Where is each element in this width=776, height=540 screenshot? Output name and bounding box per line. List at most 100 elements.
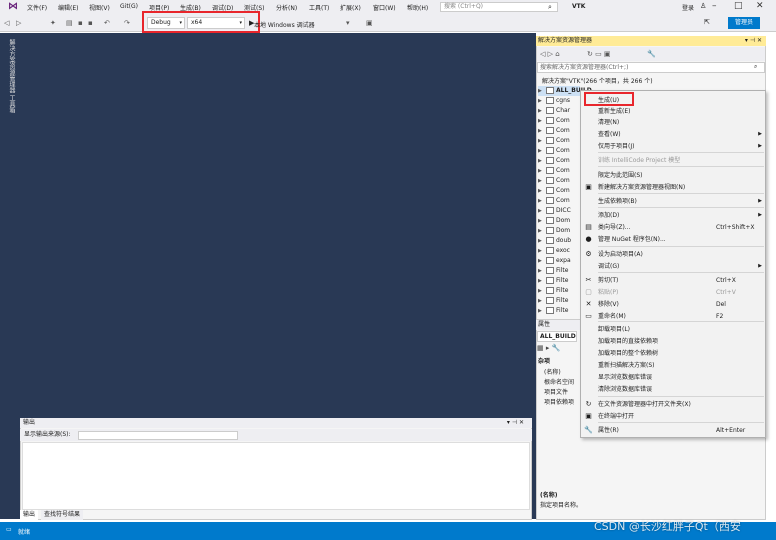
context-menu-item[interactable]: ↻ 在文件资源管理器中打开文件夹(X) [580, 399, 766, 410]
tree-item-project[interactable]: ▶ exoc [538, 246, 570, 256]
search-icon[interactable]: ⌕ [754, 63, 757, 71]
context-menu-item[interactable]: ✂ 剪切(T) Ctrl+X [580, 275, 766, 286]
share-icon[interactable]: ⇱ [704, 18, 710, 26]
menu-edit[interactable]: 编辑(E) [58, 3, 78, 12]
expand-arrow-icon[interactable]: ▶ [538, 156, 546, 166]
context-menu-item[interactable]: 重新生成(E) [580, 106, 766, 117]
expand-arrow-icon[interactable]: ▶ [538, 226, 546, 236]
output-source-select[interactable] [78, 431, 238, 440]
tree-item-project[interactable]: ▶ Filte [538, 286, 568, 296]
context-menu-item[interactable]: 显示浏览数据库错误 [580, 372, 766, 383]
tree-item-project[interactable]: ▶ Dom [538, 226, 570, 236]
forward-icon[interactable]: ▷ [16, 19, 21, 27]
context-menu-item[interactable]: ▣ 在终端中打开 [580, 411, 766, 422]
tree-item-project[interactable]: ▶ Com [538, 176, 570, 186]
expand-arrow-icon[interactable]: ▶ [538, 256, 546, 266]
tree-item-project[interactable]: ▶ expa [538, 256, 571, 266]
save-icon[interactable]: ▪ [78, 19, 83, 27]
context-menu-item[interactable]: 卸载项目(L) [580, 324, 766, 335]
menu-analyze[interactable]: 分析(N) [276, 3, 297, 12]
undo-icon[interactable]: ↶ [104, 19, 110, 27]
context-menu-item[interactable]: 清除浏览数据库错误 [580, 384, 766, 395]
expand-arrow-icon[interactable]: ▶ [538, 116, 546, 126]
context-menu-item[interactable]: ✕ 移除(V) Del [580, 299, 766, 310]
context-menu-item[interactable]: ● 管理 NuGet 程序包(N)... [580, 234, 766, 245]
tree-item-project[interactable]: ▶ Filte [538, 266, 568, 276]
expand-arrow-icon[interactable]: ▶ [538, 126, 546, 136]
tree-item-project[interactable]: ▶ Com [538, 116, 570, 126]
solution-explorer-search[interactable]: 搜索解决方案资源管理器(Ctrl+;) [537, 62, 765, 73]
open-icon[interactable]: ▤ [66, 19, 73, 27]
context-menu-item[interactable]: ▢ 粘贴(P) Ctrl+V [580, 287, 766, 298]
properties-toolbar-icon[interactable]: ▦ ▸ 🔧 [537, 344, 560, 352]
sidebar-tab-toolbox[interactable]: 工具箱 [7, 95, 16, 113]
tree-item-project[interactable]: ▶ cgns [538, 96, 570, 106]
screenshot-icon[interactable]: ▣ [366, 19, 373, 27]
tree-item-project[interactable]: ▶ doub [538, 236, 571, 246]
property-project-file[interactable]: 项目文件 [544, 387, 568, 396]
tree-item-project[interactable]: ▶ Com [538, 146, 570, 156]
tree-item-project[interactable]: ▶ DICC [538, 206, 571, 216]
maximize-icon[interactable]: □ [734, 1, 743, 11]
expand-arrow-icon[interactable]: ▶ [538, 196, 546, 206]
menu-file[interactable]: 文件(F) [27, 3, 47, 12]
expand-arrow-icon[interactable]: ▶ [538, 186, 546, 196]
solution-node[interactable]: 解决方案"VTK"(266 个项目，共 266 个) [542, 76, 653, 85]
property-name[interactable]: (名称) [544, 367, 561, 376]
tree-item-project[interactable]: ▶ Com [538, 186, 570, 196]
panel-controls-icon[interactable]: ▾ ⊣ ✕ [507, 418, 524, 428]
menu-tools[interactable]: 工具(T) [309, 3, 329, 12]
menu-view[interactable]: 视图(V) [89, 3, 110, 12]
save-all-icon[interactable]: ▪ [88, 19, 93, 27]
minimize-icon[interactable]: – [712, 1, 717, 11]
back-icon[interactable]: ◁ ▷ ⌂ [540, 50, 560, 58]
expand-arrow-icon[interactable]: ▶ [538, 216, 546, 226]
back-icon[interactable]: ◁ [4, 19, 9, 27]
context-menu-item[interactable]: 加载项目的直接依赖项 [580, 336, 766, 347]
menu-window[interactable]: 窗口(W) [373, 3, 396, 12]
context-menu-item[interactable]: 训练 IntelliCode Project 模型 [580, 155, 766, 166]
expand-arrow-icon[interactable]: ▶ [538, 266, 546, 276]
close-icon[interactable]: ✕ [756, 1, 764, 11]
expand-arrow-icon[interactable]: ▶ [538, 146, 546, 156]
expand-arrow-icon[interactable]: ▶ [538, 106, 546, 116]
context-menu-item[interactable]: ▣ 新建解决方案资源管理器视图(N) [580, 182, 766, 193]
expand-arrow-icon[interactable]: ▶ [538, 176, 546, 186]
expand-arrow-icon[interactable]: ▶ [538, 306, 546, 316]
tree-item-project[interactable]: ▶ Filte [538, 306, 568, 316]
expand-arrow-icon[interactable]: ▶ [538, 96, 546, 106]
sidebar-tab-solution-explorer[interactable]: 解决方案资源管理器 [7, 39, 16, 93]
menu-git[interactable]: Git(G) [120, 3, 138, 10]
context-menu-item[interactable]: 查看(W) ▶ [580, 129, 766, 140]
context-menu-item[interactable]: 清理(N) [580, 117, 766, 128]
search-input[interactable]: 搜索 (Ctrl+Q) [440, 2, 558, 12]
menu-help[interactable]: 帮助(H) [407, 3, 428, 12]
tree-item-project[interactable]: ▶ Com [538, 136, 570, 146]
property-root-namespace[interactable]: 根命名空间 [544, 377, 574, 386]
menu-extensions[interactable]: 扩展(X) [340, 3, 361, 12]
tree-item-project[interactable]: ▶ Com [538, 156, 570, 166]
expand-arrow-icon[interactable]: ▶ [538, 166, 546, 176]
expand-arrow-icon[interactable]: ▶ [538, 286, 546, 296]
expand-arrow-icon[interactable]: ▶ [538, 246, 546, 256]
context-menu-item[interactable]: 限定为此范围(S) [580, 170, 766, 181]
expand-arrow-icon[interactable]: ▶ [538, 276, 546, 286]
context-menu-item[interactable]: 调试(G) ▶ [580, 261, 766, 272]
panel-controls-icon[interactable]: ▾ ⊣ ✕ [745, 36, 762, 46]
tree-item-project[interactable]: ▶ Dom [538, 216, 570, 226]
tab-output[interactable]: 输出 [20, 510, 39, 520]
new-project-icon[interactable]: ✦ [50, 19, 56, 27]
tree-item-all-build[interactable]: ▶ ALL_BUILD [538, 86, 592, 96]
tree-item-project[interactable]: ▶ Filte [538, 296, 568, 306]
properties-object-select[interactable]: ALL_BUILD [537, 331, 577, 342]
tree-item-project[interactable]: ▶ Com [538, 126, 570, 136]
tab-find-symbol-results[interactable]: 查找符号结果 [41, 510, 84, 520]
property-dependencies[interactable]: 项目依赖项 [544, 397, 574, 406]
start-debugger-button[interactable]: 本地 Windows 调试器 [254, 20, 315, 29]
tree-item-project[interactable]: ▶ Com [538, 196, 570, 206]
manage-button[interactable]: 管理员 [728, 17, 760, 29]
sync-icon[interactable]: ↻ ▭ ▣ [587, 50, 611, 58]
tree-item-project[interactable]: ▶ Com [538, 166, 570, 176]
user-icon[interactable]: ♙ [700, 2, 706, 10]
redo-icon[interactable]: ↷ [124, 19, 130, 27]
